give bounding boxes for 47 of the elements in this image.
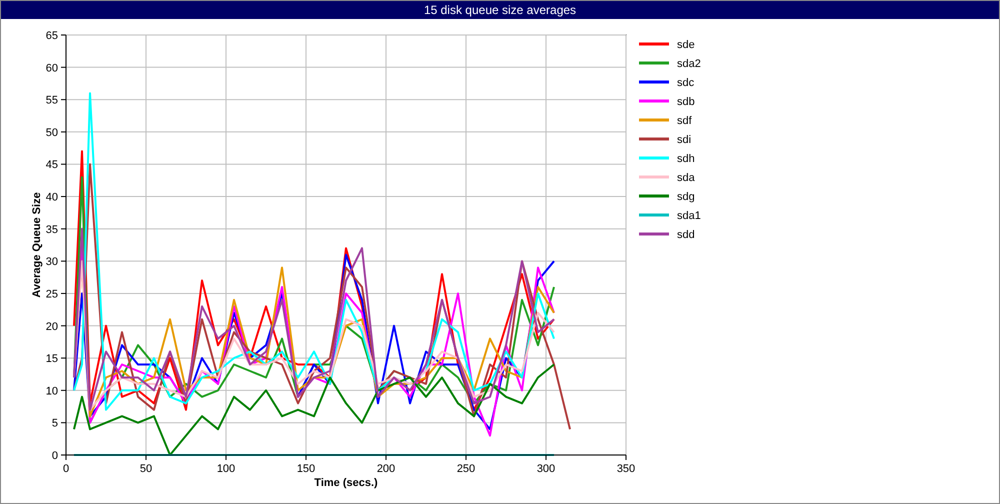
legend-label: sdi <box>677 134 692 146</box>
window-title: 15 disk queue size averages <box>1 1 999 19</box>
legend-label: sda2 <box>677 58 701 70</box>
legend-swatch <box>639 80 669 84</box>
tick-label: 200 <box>376 463 396 475</box>
tick-label: 0 <box>52 450 58 462</box>
tick-label: 30 <box>46 256 58 268</box>
tick-label: 20 <box>46 320 58 333</box>
legend-label: sda1 <box>677 210 701 222</box>
legend-label: sdf <box>677 115 692 127</box>
tick-label: 100 <box>216 463 236 475</box>
tick-label: 60 <box>46 62 58 74</box>
legend-swatch <box>639 138 669 140</box>
tick-label: 50 <box>46 126 58 139</box>
tick-label: 45 <box>46 159 58 172</box>
tick-label: 10 <box>46 385 58 398</box>
tick-label: 55 <box>46 94 58 107</box>
legend-swatch <box>639 156 669 160</box>
legend-swatch <box>639 118 669 122</box>
axis-title: Average Queue Size <box>31 192 43 298</box>
legend-swatch <box>639 232 669 236</box>
tick-label: 300 <box>536 463 556 475</box>
legend-swatch <box>639 100 669 102</box>
legend-label: sdd <box>677 229 695 241</box>
tick-label: 0 <box>62 463 70 475</box>
tick-label: 250 <box>456 463 476 475</box>
tick-label: 40 <box>46 192 58 204</box>
tick-label: 15 <box>46 353 58 366</box>
tick-label: 150 <box>296 463 316 475</box>
tick-label: 35 <box>46 224 58 236</box>
tick-label: 25 <box>46 288 58 300</box>
legend-label: sdc <box>677 77 694 89</box>
tick-label: 350 <box>616 463 636 475</box>
tick-label: 50 <box>140 463 152 475</box>
legend-label: sde <box>677 39 695 51</box>
legend-label: sdh <box>677 153 695 165</box>
legend-swatch <box>639 42 669 46</box>
axis-title: Time (secs.) <box>314 477 378 489</box>
legend-swatch <box>639 176 669 178</box>
tick-label: 5 <box>52 418 58 430</box>
legend-label: sdb <box>677 96 695 108</box>
legend-label: sda <box>677 172 695 184</box>
tick-label: 65 <box>46 30 58 42</box>
legend-swatch <box>639 62 669 64</box>
legend-swatch <box>639 214 669 216</box>
legend-label: sdg <box>677 191 695 203</box>
legend-swatch <box>639 194 669 198</box>
